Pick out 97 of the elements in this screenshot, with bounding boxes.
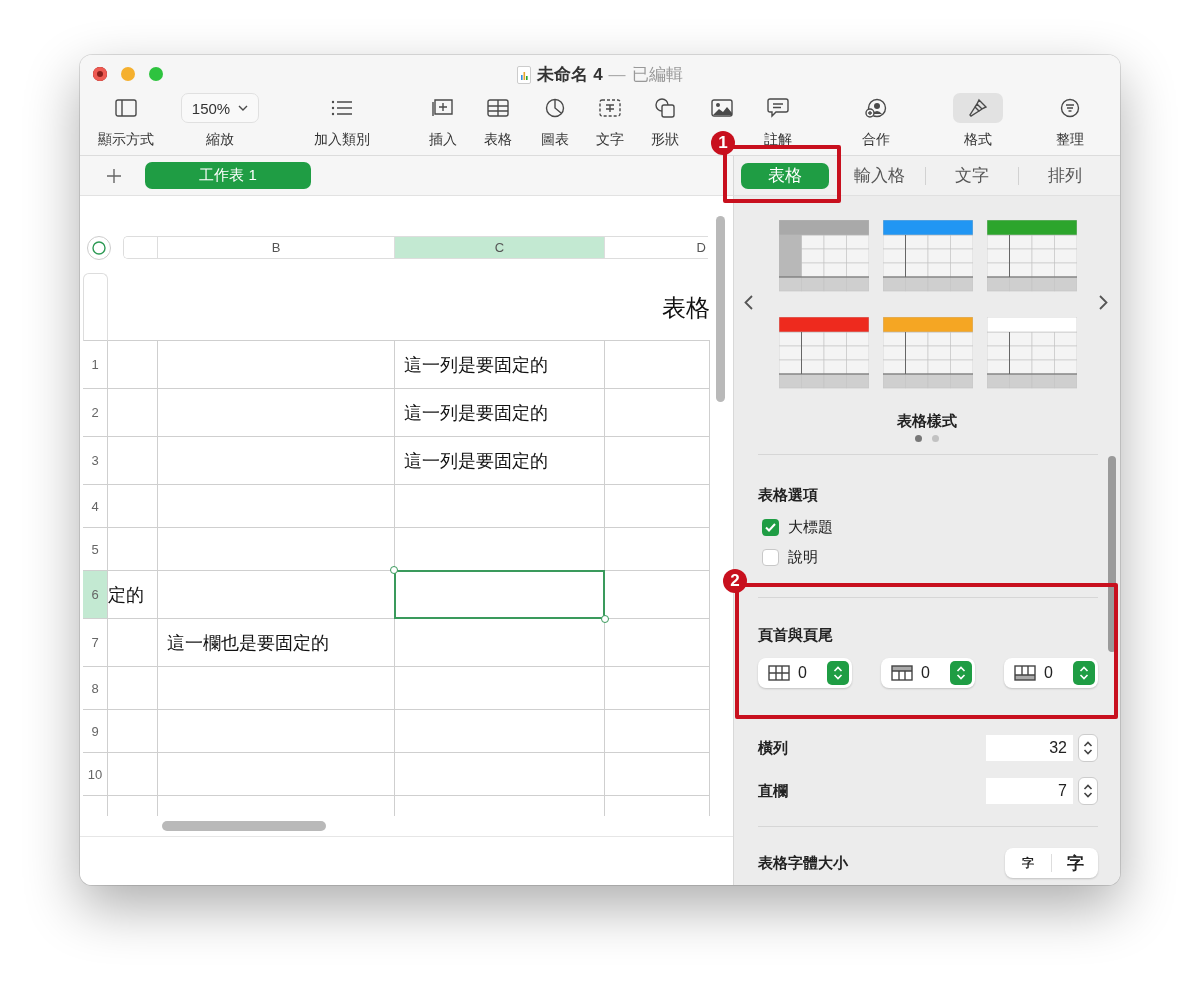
toolbar-button[interactable]: 合作 [848, 93, 904, 148]
minimize-button[interactable] [121, 67, 135, 81]
toolbar-button[interactable]: 表格 [470, 93, 526, 148]
smaller-text-button[interactable]: 字 [1005, 854, 1051, 872]
number-field[interactable]: 7 [986, 778, 1073, 804]
checkbox[interactable] [762, 518, 779, 536]
toolbar-button[interactable]: 形狀 [637, 93, 693, 148]
toolbar-button[interactable]: 圖表 [527, 93, 583, 148]
table-style-thumbnail[interactable] [779, 219, 869, 292]
window-title: 未命名 4 [537, 64, 603, 86]
insert-icon [432, 99, 454, 117]
section-title: 頁首與頁尾 [758, 625, 834, 645]
circle-icon [92, 240, 106, 255]
shapes-icon [655, 98, 675, 118]
table-style-thumbnail[interactable] [883, 219, 973, 292]
table-title: 表格 [108, 273, 710, 341]
sidebar-icon [115, 99, 137, 117]
field-label: 直欄 [758, 781, 789, 801]
title-separator: — [608, 64, 626, 85]
toolbar-button[interactable]: 加入類別 [314, 93, 370, 148]
toolbar-button[interactable]: 整理 [1042, 93, 1098, 148]
select-table-button[interactable] [87, 235, 111, 260]
inspector-tab[interactable]: 文字 [934, 162, 1010, 189]
number-field[interactable]: 32 [986, 735, 1073, 761]
toolbar-button[interactable]: 格式 [950, 93, 1006, 148]
table-cell: 這一列是要固定的 [395, 341, 605, 388]
edit-status: 已編輯 [631, 64, 683, 86]
table-style-thumbnail[interactable] [883, 316, 973, 389]
page-dot[interactable] [915, 435, 922, 442]
section-title: 表格選項 [758, 485, 819, 505]
table-cell: 這一列是要固定的 [395, 437, 605, 484]
table-icon [487, 99, 509, 117]
close-button[interactable] [93, 67, 107, 81]
larger-text-button[interactable]: 字 [1052, 851, 1098, 875]
add-sheet-button[interactable] [107, 168, 121, 183]
plus-icon [107, 168, 121, 183]
zoom-dropdown[interactable]: 150% [180, 93, 260, 123]
field-label: 橫列 [758, 738, 789, 758]
checkbox-label: 說明 [788, 547, 818, 567]
collaborate-icon [865, 98, 887, 118]
checkbox[interactable] [762, 548, 779, 566]
stepper-arrows-icon [1083, 783, 1093, 799]
row-header[interactable]: 6 [83, 571, 108, 618]
table-style-thumbnail[interactable] [987, 219, 1077, 292]
chevron-left-icon [744, 295, 753, 310]
table-style-thumbnail[interactable] [987, 316, 1077, 389]
toolbar-button[interactable]: 文字 [582, 93, 638, 148]
toolbar-label: 縮放 [206, 130, 234, 148]
vertical-scrollbar[interactable] [1108, 456, 1116, 652]
footer-rows-icon [1014, 665, 1036, 681]
chevron-right-icon [1099, 295, 1108, 310]
stepper-field[interactable]: 0 [758, 658, 852, 688]
comment-icon [767, 98, 789, 118]
table-cell: 這一列是要固定的 [395, 389, 605, 436]
toolbar-button[interactable]: 插入 [415, 93, 471, 148]
header-rows-icon [768, 665, 790, 681]
field-label: 表格字體大小 [758, 853, 849, 873]
vertical-scrollbar[interactable] [716, 216, 725, 402]
paintbrush-icon [968, 98, 988, 118]
chevron-down-icon [238, 105, 249, 111]
section-label: 表格樣式 [896, 411, 958, 431]
list-icon [331, 100, 353, 116]
checkmark-icon [765, 522, 776, 532]
stepper-button[interactable] [1078, 777, 1098, 805]
text-box-icon [599, 99, 621, 117]
stepper-button[interactable] [1073, 661, 1095, 685]
stepper-field[interactable]: 0 [881, 658, 975, 688]
column-header[interactable]: D [604, 237, 708, 258]
page-dot[interactable] [932, 435, 939, 442]
inspector-tab[interactable]: 排列 [1027, 162, 1103, 189]
stepper-arrows-icon [956, 665, 966, 681]
sheet-tab[interactable]: 工作表 1 [145, 162, 311, 189]
selection-frame[interactable] [389, 565, 610, 624]
stepper-field[interactable]: 0 [1004, 658, 1098, 688]
horizontal-scrollbar[interactable] [162, 821, 326, 831]
organize-icon [1060, 98, 1080, 118]
font-size-control[interactable]: 字 字 [1005, 848, 1098, 878]
stepper-arrows-icon [833, 665, 843, 681]
toolbar-button[interactable]: 註解 [750, 93, 806, 148]
inspector-tab[interactable]: 輸入格 [841, 162, 917, 189]
table-style-thumbnail[interactable] [779, 316, 869, 389]
column-header[interactable]: C [394, 237, 604, 258]
stepper-button[interactable] [827, 661, 849, 685]
header-columns-icon [891, 665, 913, 681]
stepper-arrows-icon [1079, 665, 1089, 681]
checkbox-label: 大標題 [788, 517, 833, 537]
stepper-button[interactable] [950, 661, 972, 685]
zoom-button[interactable] [149, 67, 163, 81]
toolbar-button[interactable]: 顯示方式 [98, 93, 154, 148]
document-icon [517, 65, 532, 84]
stepper-arrows-icon [1083, 740, 1093, 756]
table-cell: 定的 [108, 571, 158, 618]
pie-chart-icon [545, 98, 565, 118]
table-cell: 這一欄也是要固定的 [158, 619, 395, 666]
stepper-button[interactable] [1078, 734, 1098, 762]
image-icon [711, 99, 733, 117]
inspector-tab[interactable]: 表格 [741, 162, 829, 189]
